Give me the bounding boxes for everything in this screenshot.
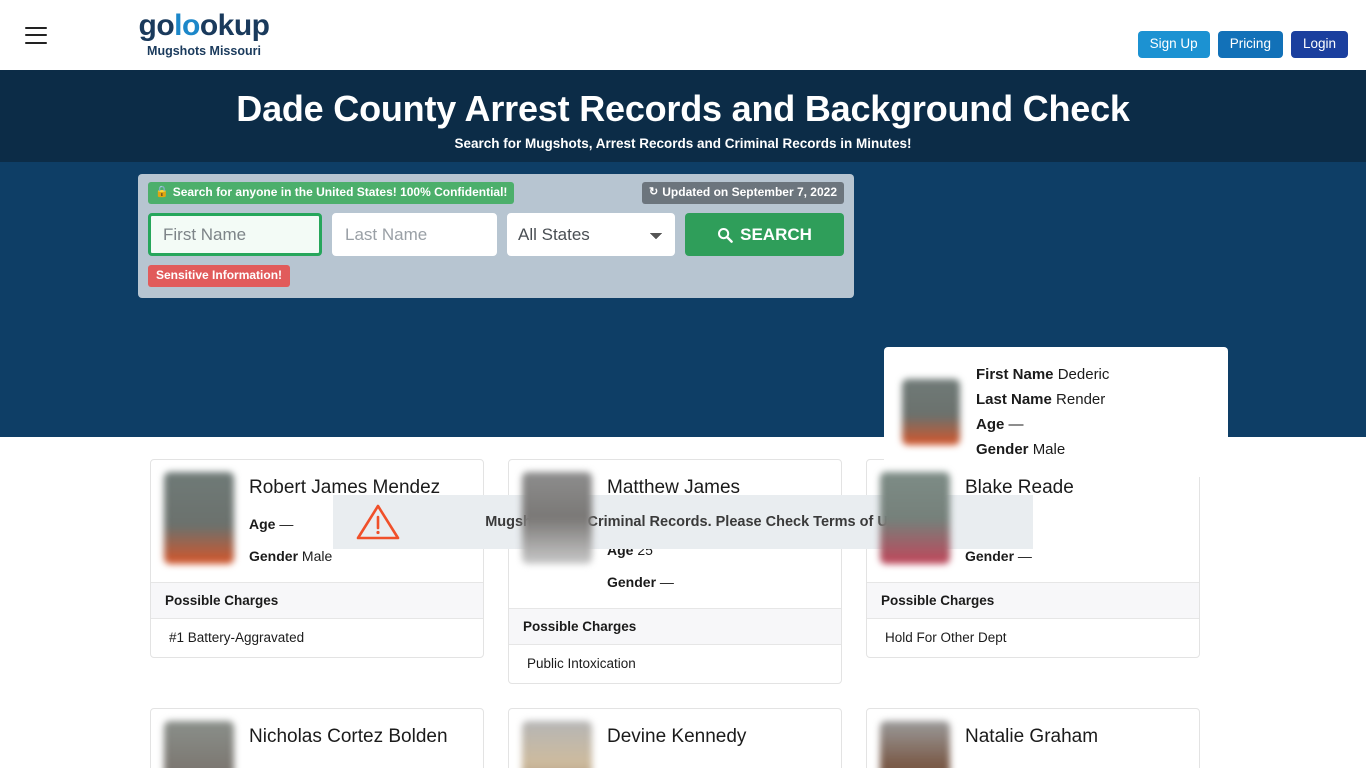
mugshot-thumbnail (164, 721, 234, 768)
age-value: — (279, 516, 294, 532)
site-logo[interactable]: golookup Mugshots Missouri (138, 10, 270, 59)
logo-text-okup: okup (199, 9, 270, 42)
featured-first-name-label: First Name (976, 366, 1054, 383)
result-card[interactable]: Natalie Graham Age 22 (866, 708, 1200, 768)
result-name: Nicholas Cortez Bolden (249, 726, 448, 747)
featured-first-name-row: First Name Dederic (976, 362, 1109, 387)
mugshot-thumbnail (880, 472, 950, 564)
possible-charges-header: Possible Charges (867, 582, 1199, 619)
gender-label: Gender (965, 548, 1015, 564)
result-card[interactable]: Robert James Mendez Age — Gender Male Po… (150, 459, 484, 658)
result-age-row: Age 22 (965, 757, 1098, 768)
possible-charges-header: Possible Charges (151, 582, 483, 619)
result-age-row: Age — (607, 757, 746, 768)
result-card-body: Nicholas Cortez Bolden Age — (151, 709, 483, 768)
logo-subtitle: Mugshots Missouri (147, 44, 261, 58)
logo-wordmark: golookup (138, 10, 270, 42)
result-gender-row: Gender — (607, 566, 757, 598)
featured-gender-value: Male (1032, 441, 1066, 458)
confidential-badge: 🔒 Search for anyone in the United States… (148, 182, 515, 204)
possible-charges-header: Possible Charges (509, 608, 841, 645)
hamburger-line (25, 26, 47, 29)
last-name-input[interactable] (332, 213, 497, 256)
featured-gender-row: Gender Male (976, 437, 1109, 462)
logo-text-go: go (138, 9, 175, 42)
result-card-body: Natalie Graham Age 22 (867, 709, 1199, 768)
result-age-row: Age — (249, 757, 448, 768)
mugshot-thumbnail (522, 472, 592, 564)
featured-record-card[interactable]: First Name Dederic Last Name Render Age … (884, 347, 1228, 477)
charge-item: #1 Battery-Aggravated (169, 630, 305, 645)
nav-action-buttons: Sign Up Pricing Login (1137, 31, 1348, 58)
featured-gender-label: Gender (976, 441, 1029, 458)
featured-first-name-value: Dederic (1057, 366, 1110, 383)
mugshot-thumbnail (880, 721, 950, 768)
refresh-icon: ↻ (649, 186, 659, 198)
updated-badge-label: Updated on September 7, 2022 (662, 185, 837, 199)
page-title-band: Dade County Arrest Records and Backgroun… (0, 70, 1366, 162)
result-card-info: Devine Kennedy Age — (607, 721, 746, 768)
results-row-1: Robert James Mendez Age — Gender Male Po… (150, 459, 1216, 684)
gender-label: Gender (249, 548, 299, 564)
results-section: Robert James Mendez Age — Gender Male Po… (0, 437, 1366, 768)
top-navigation-bar: golookup Mugshots Missouri Sign Up Prici… (0, 0, 1366, 70)
result-card[interactable]: Blake Reade Age 27 Gender — Possible Cha… (866, 459, 1200, 658)
gender-value: — (1017, 548, 1032, 564)
magnifier-icon (718, 227, 733, 243)
confidential-badge-label: Search for anyone in the United States! … (172, 185, 508, 199)
featured-last-name-row: Last Name Render (976, 387, 1109, 412)
hamburger-menu-icon[interactable] (25, 26, 47, 44)
mugshot-thumbnail (522, 721, 592, 768)
featured-record-details: First Name Dederic Last Name Render Age … (976, 362, 1109, 462)
logo-text-lo: lo (174, 9, 200, 42)
result-card-info: Natalie Graham Age 22 (965, 721, 1098, 768)
featured-age-value: — (1008, 416, 1024, 433)
pricing-button[interactable]: Pricing (1217, 31, 1283, 58)
mugshot-thumbnail (164, 472, 234, 564)
first-name-input[interactable] (148, 213, 322, 256)
login-button[interactable]: Login (1290, 31, 1348, 58)
gender-value: Male (301, 548, 333, 564)
gender-value: — (659, 574, 674, 590)
search-form: All States SEARCH (148, 213, 844, 256)
result-card-body: Blake Reade Age 27 Gender — (867, 460, 1199, 582)
lock-icon: 🔒 (155, 186, 169, 198)
result-card[interactable]: Matthew James Penningroth Age 25 Gender … (508, 459, 842, 684)
result-card-info: Nicholas Cortez Bolden Age — (249, 721, 448, 768)
result-card-body: Devine Kennedy Age — (509, 709, 841, 768)
search-badges-row: 🔒 Search for anyone in the United States… (148, 182, 844, 204)
result-name: Natalie Graham (965, 726, 1099, 747)
gender-label: Gender (607, 574, 657, 590)
sign-up-button[interactable]: Sign Up (1137, 31, 1210, 58)
age-label: Age (249, 516, 276, 532)
result-name: Devine Kennedy (607, 726, 747, 747)
featured-age-label: Age (976, 416, 1005, 433)
hero-section: 🔒 Search for anyone in the United States… (0, 162, 1366, 549)
results-row-2: Nicholas Cortez Bolden Age — Devine Kenn… (150, 708, 1216, 768)
page-title: Dade County Arrest Records and Backgroun… (236, 88, 1130, 129)
hamburger-line (25, 41, 47, 44)
featured-last-name-label: Last Name (976, 391, 1052, 408)
featured-age-row: Age — (976, 412, 1109, 437)
page-subtitle: Search for Mugshots, Arrest Records and … (454, 136, 912, 151)
mugshot-thumbnail (902, 379, 960, 445)
sensitive-information-badge: Sensitive Information! (148, 265, 291, 287)
state-select[interactable]: All States (507, 213, 676, 256)
warning-triangle-icon (356, 504, 400, 540)
result-card[interactable]: Nicholas Cortez Bolden Age — (150, 708, 484, 768)
search-panel: 🔒 Search for anyone in the United States… (138, 174, 854, 298)
search-button-label: SEARCH (740, 224, 812, 244)
featured-last-name-value: Render (1056, 391, 1106, 408)
updated-badge: ↻ Updated on September 7, 2022 (642, 182, 844, 204)
charge-item: Public Intoxication (527, 656, 636, 671)
result-card[interactable]: Devine Kennedy Age — (508, 708, 842, 768)
charge-item: Hold For Other Dept (885, 630, 1007, 645)
search-button[interactable]: SEARCH (685, 213, 844, 256)
hamburger-line (25, 34, 47, 36)
